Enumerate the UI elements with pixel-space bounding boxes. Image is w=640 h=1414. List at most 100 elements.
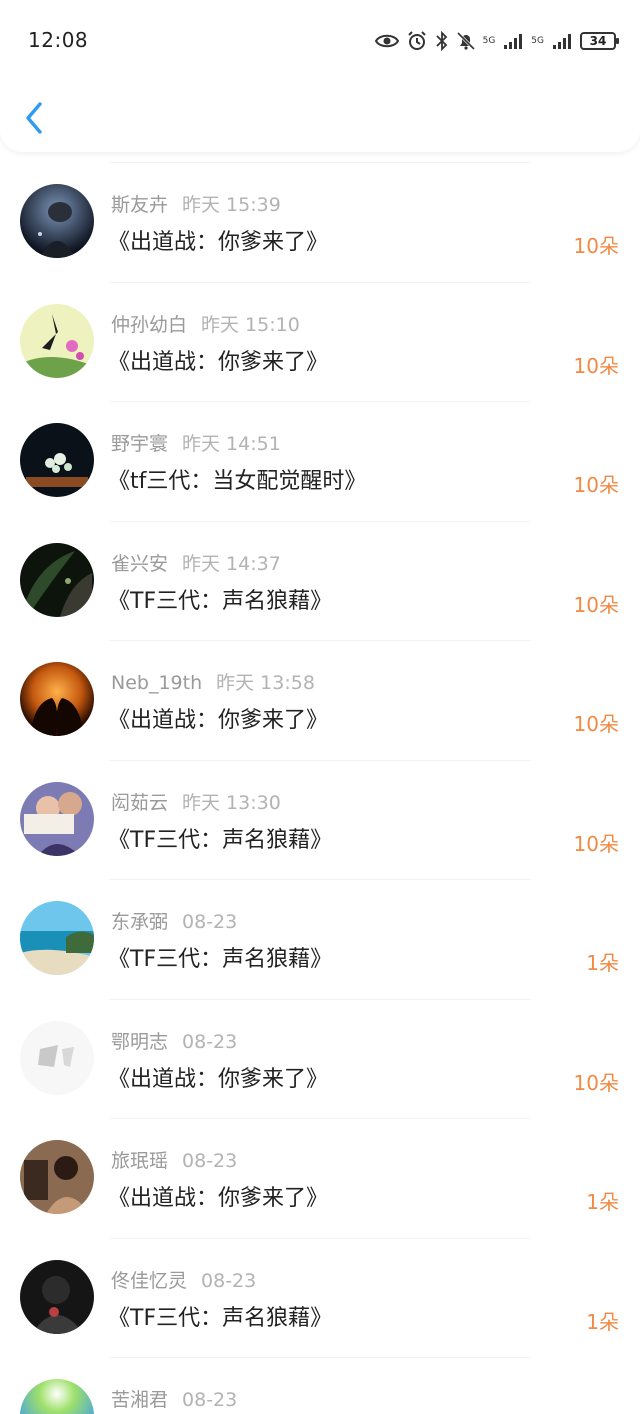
- divider: [110, 879, 530, 880]
- list-item[interactable]: 旅珉瑶 08-23 《出道战：你爹来了》 1朵: [0, 1108, 640, 1228]
- list-item[interactable]: 东承弼 08-23 《TF三代：声名狼藉》 1朵: [0, 869, 640, 989]
- status-icons: 5G 5G 34: [374, 28, 619, 54]
- gift-amount: 1朵: [586, 1309, 619, 1334]
- sender-line: 东承弼 08-23: [111, 907, 237, 934]
- sender-name: 鄂明志: [111, 1030, 169, 1053]
- list-item[interactable]: 仲孙幼白 昨天 15:10 《出道战：你爹来了》 10朵: [0, 272, 640, 392]
- sent-time: 昨天 13:30: [182, 791, 281, 814]
- sent-time: 昨天 14:37: [182, 552, 281, 575]
- divider: [110, 1237, 530, 1239]
- sent-time: 08-23: [182, 1389, 238, 1411]
- avatar: [20, 901, 94, 975]
- sender-name: Neb_19th: [111, 672, 203, 694]
- book-title: 《出道战：你爹来了》: [108, 1186, 329, 1211]
- sender-line: 旅珉瑶 08-23: [111, 1146, 237, 1173]
- net1-label: 5G: [482, 35, 496, 46]
- back-button[interactable]: [20, 98, 48, 138]
- list-item[interactable]: 苦湘君 08-23: [0, 1347, 640, 1414]
- list-item[interactable]: 斯友卉 昨天 15:39 《出道战：你爹来了》 10朵: [0, 152, 640, 272]
- list-item[interactable]: 鄂明志 08-23 《出道战：你爹来了》 10朵: [0, 989, 640, 1109]
- book-title: 《TF三代：声名狼藉》: [108, 588, 333, 614]
- sender-name: 雀兴安: [111, 552, 169, 575]
- sender-line: 闳茹云 昨天 13:30: [111, 788, 281, 815]
- alarm-icon: [407, 31, 426, 50]
- gift-amount: 10朵: [573, 473, 619, 497]
- sender-name: 东承弼: [111, 911, 169, 933]
- sender-line: 仲孙幼白 昨天 15:10: [111, 310, 300, 337]
- divider: [110, 281, 530, 283]
- avatar: [20, 781, 94, 856]
- sent-time: 08-23: [182, 911, 238, 933]
- sender-line: Neb_19th 昨天 13:58: [111, 668, 315, 695]
- sent-time: 昨天 14:51: [182, 433, 281, 455]
- sender-line: 苦湘君 08-23: [111, 1385, 237, 1412]
- sender-name: 闳茹云: [111, 791, 169, 814]
- sender-name: 斯友卉: [111, 194, 169, 216]
- top-bar: 12:08 5G 5G 34: [0, 0, 640, 152]
- sent-time: 08-23: [182, 1150, 238, 1172]
- gift-amount: 10朵: [573, 234, 619, 258]
- book-title: 《出道战：你爹来了》: [108, 708, 329, 733]
- list-item[interactable]: 野宇寰 昨天 14:51 《tf三代：当女配觉醒时》 10朵: [0, 391, 640, 511]
- avatar: [20, 1020, 94, 1095]
- avatar: [20, 1259, 94, 1334]
- divider: [110, 1357, 530, 1358]
- gift-amount: 10朵: [573, 353, 619, 378]
- book-title: 《tf三代：当女配觉醒时》: [108, 469, 367, 494]
- book-title: 《出道战：你爹来了》: [108, 230, 329, 255]
- sender-name: 仲孙幼白: [111, 313, 188, 336]
- sent-time: 昨天 13:58: [216, 672, 315, 694]
- signal-icon: [504, 34, 523, 49]
- gift-amount: 10朵: [573, 712, 619, 736]
- list-item[interactable]: 雀兴安 昨天 14:37 《TF三代：声名狼藉》 10朵: [0, 511, 640, 631]
- sender-line: 雀兴安 昨天 14:37: [111, 549, 281, 576]
- mute-bell-icon: [456, 31, 475, 51]
- avatar: [20, 1140, 94, 1214]
- book-title: 《出道战：你爹来了》: [108, 1066, 329, 1092]
- divider: [110, 162, 530, 163]
- list-item[interactable]: 佟佳忆灵 08-23 《TF三代：声名狼藉》 1朵: [0, 1228, 640, 1348]
- sender-line: 鄂明志 08-23: [111, 1027, 237, 1054]
- battery-level: 34: [589, 34, 607, 48]
- avatar: [20, 184, 94, 258]
- sender-name: 旅珉瑶: [111, 1150, 169, 1172]
- sent-time: 昨天 15:10: [201, 313, 300, 336]
- divider: [110, 520, 530, 522]
- avatar: [20, 542, 94, 617]
- book-title: 《TF三代：声名狼藉》: [108, 1305, 333, 1331]
- net2-label: 5G: [531, 35, 544, 46]
- sender-line: 佟佳忆灵 08-23: [111, 1266, 256, 1293]
- divider: [110, 998, 530, 1000]
- signal-5g-1: 5G: [482, 35, 496, 46]
- sent-time: 08-23: [201, 1269, 257, 1292]
- gift-amount: 1朵: [586, 951, 619, 975]
- chevron-left-icon: [26, 102, 42, 134]
- divider: [110, 1118, 530, 1119]
- eye-icon: [374, 34, 399, 48]
- avatar: [20, 1379, 94, 1414]
- book-title: 《TF三代：声名狼藉》: [108, 827, 333, 853]
- divider: [110, 401, 530, 402]
- status-time: 12:08: [28, 28, 89, 52]
- gift-amount: 1朵: [586, 1190, 619, 1214]
- sender-name: 野宇寰: [111, 433, 169, 455]
- sender-name: 佟佳忆灵: [111, 1269, 188, 1292]
- book-title: 《TF三代：声名狼藉》: [108, 947, 333, 972]
- avatar: [20, 662, 94, 736]
- sender-line: 野宇寰 昨天 14:51: [111, 429, 281, 456]
- signal-5g-2: 5G: [531, 35, 544, 46]
- avatar: [20, 423, 94, 497]
- gift-list: 斯友卉 昨天 15:39 《出道战：你爹来了》 10朵 仲孙幼白 昨天 15:10 …: [0, 152, 640, 1414]
- sender-name: 苦湘君: [111, 1389, 169, 1411]
- divider: [110, 640, 530, 641]
- bluetooth-icon: [435, 31, 447, 51]
- book-title: 《出道战：你爹来了》: [108, 349, 329, 375]
- sent-time: 08-23: [182, 1030, 238, 1053]
- list-item[interactable]: Neb_19th 昨天 13:58 《出道战：你爹来了》 10朵: [0, 630, 640, 750]
- list-item[interactable]: 闳茹云 昨天 13:30 《TF三代：声名狼藉》 10朵: [0, 750, 640, 870]
- sent-time: 昨天 15:39: [182, 194, 281, 216]
- battery-icon: 34: [580, 32, 619, 50]
- gift-amount: 10朵: [573, 831, 619, 856]
- signal-icon: [553, 34, 571, 49]
- gift-amount: 10朵: [573, 592, 619, 617]
